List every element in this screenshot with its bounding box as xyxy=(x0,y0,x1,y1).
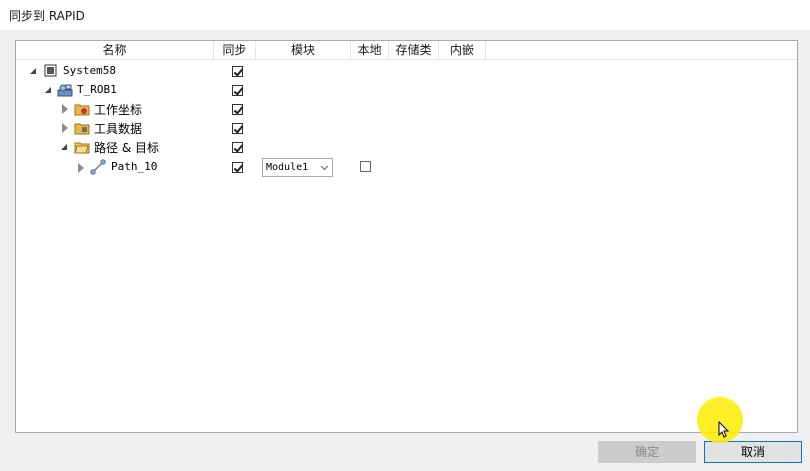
sync-checkbox[interactable] xyxy=(232,104,243,115)
sync-tree-grid[interactable]: 名称 同步 模块 本地 存储类 内嵌 System58 T_ROB1 工作坐标 … xyxy=(15,40,798,433)
tree-row[interactable]: 工作坐标 xyxy=(16,100,797,119)
tree-row[interactable]: T_ROB1 xyxy=(16,81,797,100)
title-bar: 同步到 RAPID xyxy=(0,0,810,30)
station-icon xyxy=(44,64,57,77)
robot-task-icon xyxy=(57,84,73,97)
tree-row[interactable]: 路径 & 目标 xyxy=(16,138,797,157)
sync-checkbox[interactable] xyxy=(232,162,243,173)
tree-row[interactable]: Path_10 Module1 xyxy=(16,158,797,177)
sync-checkbox[interactable] xyxy=(232,142,243,153)
tree-label-system: System58 xyxy=(63,64,116,77)
tree-row[interactable]: System58 xyxy=(16,62,797,81)
window-title: 同步到 RAPID xyxy=(9,9,85,23)
column-header-local[interactable]: 本地 xyxy=(351,41,389,59)
chevron-down-icon xyxy=(320,162,329,171)
column-header-module[interactable]: 模块 xyxy=(256,41,351,59)
module-dropdown-value: Module1 xyxy=(266,162,309,173)
tree-row[interactable]: 工具数据 xyxy=(16,119,797,138)
collapse-arrow-icon[interactable] xyxy=(45,87,51,93)
sync-checkbox[interactable] xyxy=(232,85,243,96)
module-dropdown[interactable]: Module1 xyxy=(262,158,333,177)
grid-header: 名称 同步 模块 本地 存储类 内嵌 xyxy=(16,41,797,60)
expand-arrow-icon[interactable] xyxy=(78,163,84,173)
tree-label-tooldata: 工具数据 xyxy=(94,122,143,136)
expand-arrow-icon[interactable] xyxy=(62,123,68,133)
path-icon xyxy=(90,159,106,175)
sync-checkbox[interactable] xyxy=(232,66,243,77)
expand-arrow-icon[interactable] xyxy=(62,104,68,114)
tree-label-path: Path_10 xyxy=(111,160,158,173)
tooldata-folder-icon xyxy=(74,123,90,135)
column-header-sync[interactable]: 同步 xyxy=(214,41,256,59)
tree-label-paths-targets: 路径 & 目标 xyxy=(94,141,159,155)
collapse-arrow-icon[interactable] xyxy=(30,68,36,74)
local-checkbox[interactable] xyxy=(360,161,371,172)
tree-label-workobjects: 工作坐标 xyxy=(94,103,143,117)
column-header-name[interactable]: 名称 xyxy=(16,41,214,59)
mouse-cursor-icon xyxy=(718,421,730,438)
sync-checkbox[interactable] xyxy=(232,123,243,134)
column-header-inline[interactable]: 内嵌 xyxy=(439,41,486,59)
paths-targets-folder-icon xyxy=(74,142,90,154)
ok-button[interactable]: 确定 xyxy=(598,441,696,463)
tree-label-task: T_ROB1 xyxy=(77,83,117,96)
collapse-arrow-icon[interactable] xyxy=(61,144,67,150)
cancel-button[interactable]: 取消 xyxy=(704,441,802,463)
workobject-folder-icon xyxy=(74,104,90,116)
column-header-storage-class[interactable]: 存储类 xyxy=(389,41,439,59)
